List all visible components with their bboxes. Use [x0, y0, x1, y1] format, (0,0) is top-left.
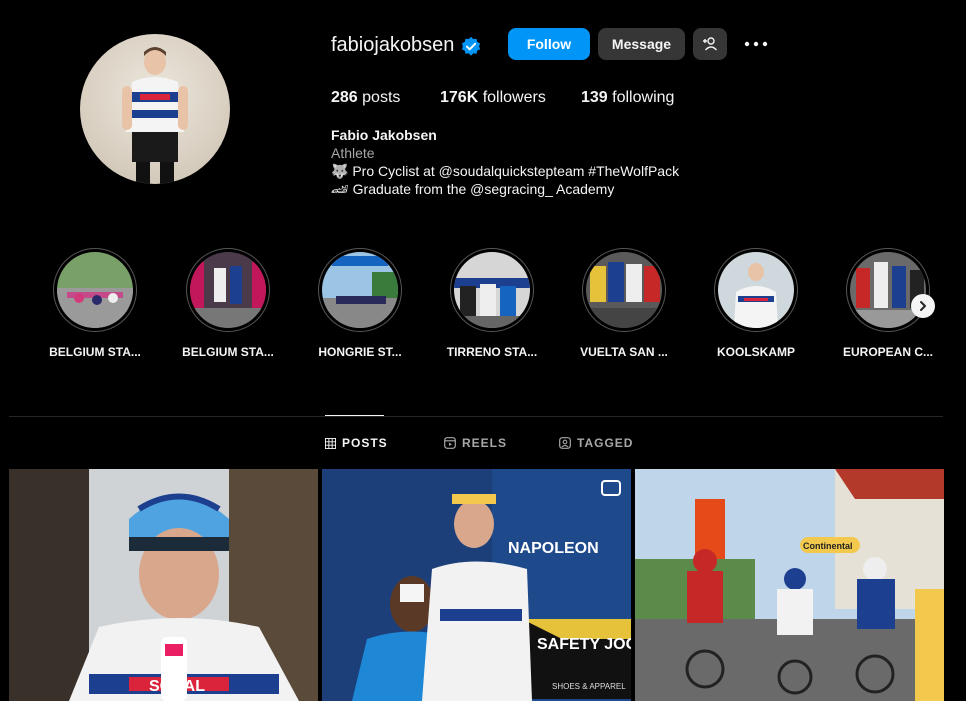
post-2-banner-text: NAPOLEON [508, 540, 599, 557]
post-2[interactable]: NAPOLEON SAFETY JOGGER SHOES & APPAREL [322, 469, 631, 701]
options-button[interactable] [740, 28, 772, 60]
posts-count: 286 [331, 89, 358, 106]
add-user-icon [703, 37, 718, 51]
profile-full-name: Fabio Jakobsen [331, 127, 437, 143]
profile-username: fabiojakobsen [331, 34, 455, 56]
post-3-banner-text: Continental [803, 541, 853, 551]
tab-posts[interactable]: POSTS [325, 436, 388, 450]
highlight-4-thumbnail [454, 252, 530, 328]
following-stat[interactable]: 139 following [581, 89, 674, 107]
highlight-4[interactable] [450, 248, 534, 332]
highlight-6-label: KOOLSKAMP [717, 345, 795, 359]
post-2-sponsor-text: SAFETY JOGGER [537, 636, 631, 653]
highlight-3-thumbnail [322, 252, 398, 328]
tabs-divider [9, 416, 943, 417]
more-options-icon [744, 41, 768, 47]
reels-icon [444, 437, 456, 449]
bio-line-2: 🏎 Graduate from the @segracing_ Academy [331, 181, 615, 197]
tab-reels-label: REELS [462, 436, 508, 450]
post-3[interactable]: Continental [635, 469, 944, 701]
tagged-icon [559, 437, 571, 449]
highlight-6[interactable] [714, 248, 798, 332]
highlight-3[interactable] [318, 248, 402, 332]
highlight-7-thumbnail [850, 252, 926, 328]
highlight-1-label: BELGIUM STA... [49, 345, 141, 359]
post-1[interactable]: SODAL [9, 469, 318, 701]
highlight-7[interactable] [846, 248, 930, 332]
chevron-right-icon [920, 301, 926, 311]
active-tab-indicator [325, 415, 384, 416]
verified-badge-icon [461, 36, 481, 56]
highlight-6-thumbnail [718, 252, 794, 328]
tab-tagged[interactable]: TAGGED [559, 436, 633, 450]
followers-stat[interactable]: 176K followers [440, 89, 546, 107]
highlight-1[interactable] [53, 248, 137, 332]
message-button[interactable]: Message [598, 28, 685, 60]
post-1-jersey-text: SODAL [149, 678, 205, 695]
followers-count: 176K [440, 89, 479, 106]
profile-category: Athlete [331, 145, 375, 161]
follow-button[interactable]: Follow [508, 28, 590, 60]
following-label: following [612, 89, 675, 106]
posts-label: posts [362, 89, 401, 106]
followers-label: followers [482, 89, 546, 106]
posts-stat: 286 posts [331, 89, 400, 107]
highlight-5-label: VUELTA SAN ... [580, 345, 668, 359]
highlight-1-thumbnail [57, 252, 133, 328]
highlights-next-button[interactable] [911, 294, 935, 318]
highlight-7-label: EUROPEAN C... [842, 345, 933, 359]
tab-reels[interactable]: REELS [444, 436, 507, 450]
highlight-2[interactable] [186, 248, 270, 332]
post-2-sponsor-subtext: SHOES & APPAREL [552, 682, 626, 691]
suggested-users-button[interactable] [693, 28, 727, 60]
highlight-4-label: TIRRENO STA... [446, 345, 538, 359]
profile-avatar[interactable] [80, 34, 230, 184]
highlight-2-label: BELGIUM STA... [182, 345, 274, 359]
following-count: 139 [581, 89, 608, 106]
grid-icon [325, 437, 336, 449]
highlight-3-label: HONGRIE ST... [318, 345, 402, 359]
highlight-5-thumbnail [586, 252, 662, 328]
highlight-2-thumbnail [190, 252, 266, 328]
tab-tagged-label: TAGGED [577, 436, 634, 450]
tab-posts-label: POSTS [342, 436, 388, 450]
highlight-5[interactable] [582, 248, 666, 332]
bio-line-1: 🐺 Pro Cyclist at @soudalquickstepteam #T… [331, 163, 680, 179]
